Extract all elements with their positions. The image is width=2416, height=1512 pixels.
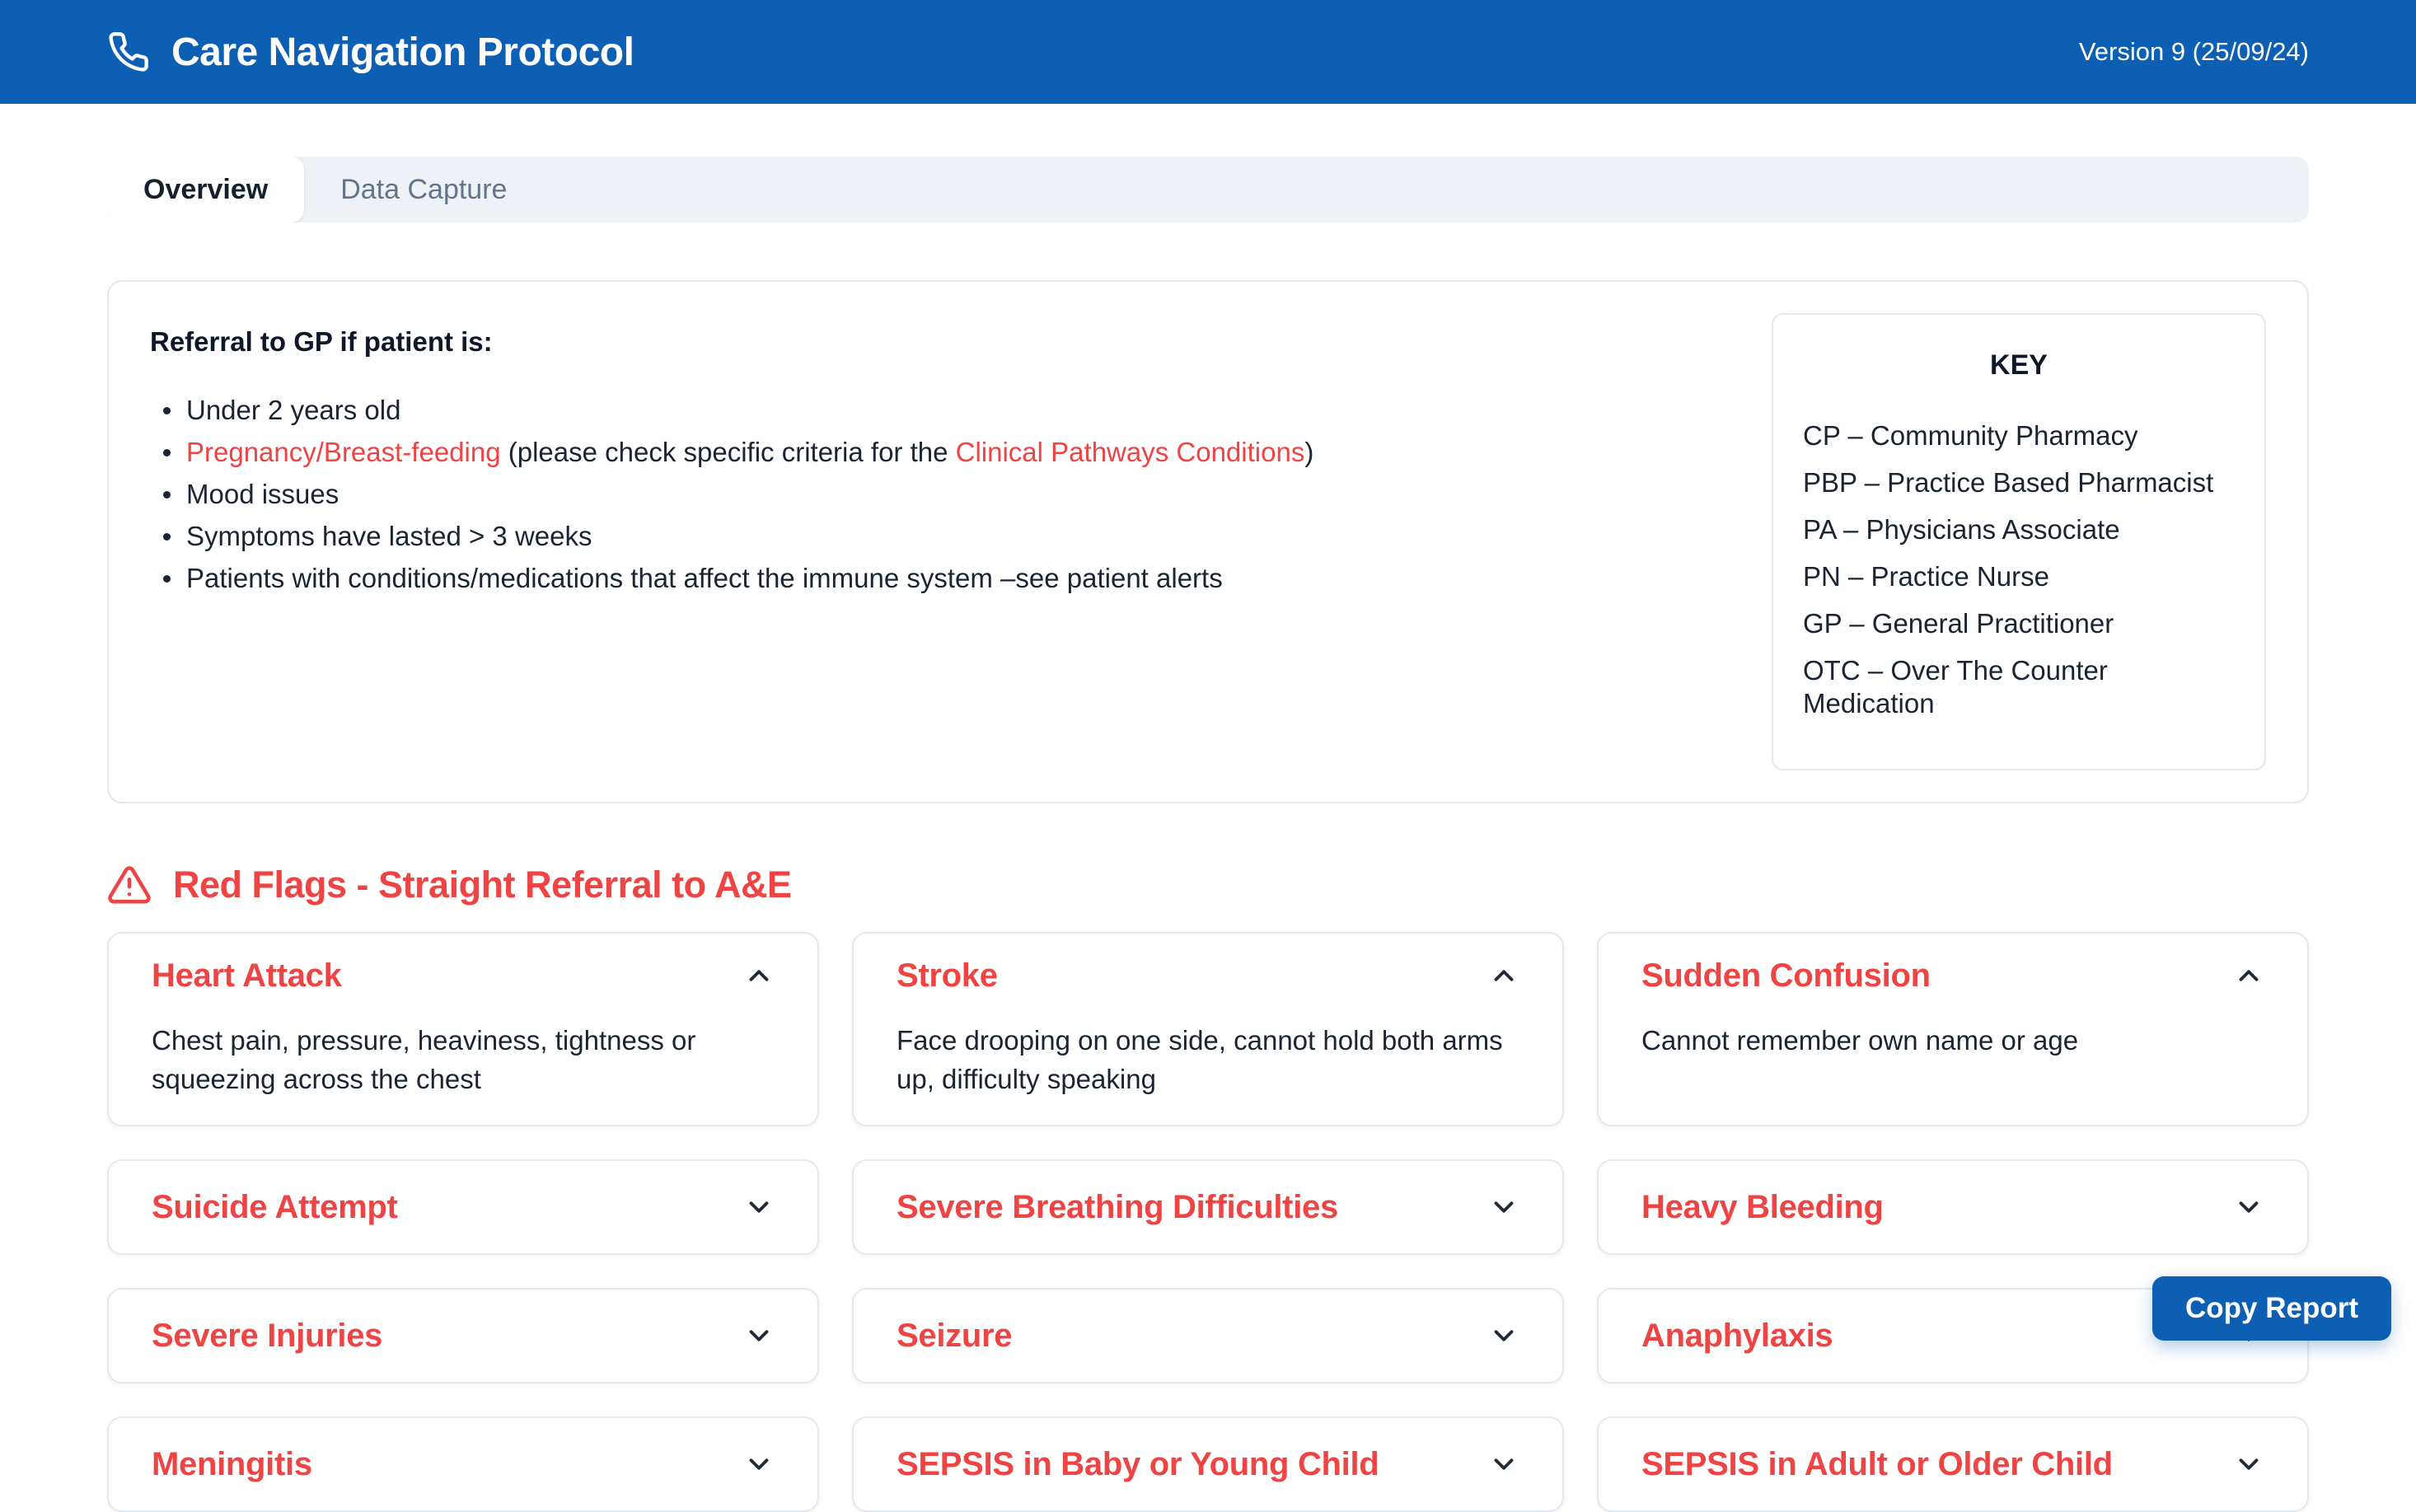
- key-title: KEY: [1803, 349, 2235, 382]
- chevron-up-icon: [2233, 960, 2264, 991]
- key-item: CP – Community Pharmacy: [1803, 419, 2235, 452]
- referral-item-under-2: Under 2 years old: [150, 394, 1722, 427]
- referral-item-pregnancy-suffix: ): [1304, 437, 1313, 467]
- chevron-down-icon: [1488, 1320, 1519, 1351]
- red-flag-card-title: Sudden Confusion: [1641, 957, 1931, 995]
- red-flag-card: Stroke Face drooping on one side, cannot …: [852, 932, 1564, 1126]
- red-flag-card: Suicide Attempt: [107, 1159, 819, 1255]
- red-flag-card-title: Seizure: [897, 1318, 1012, 1355]
- red-flag-card-title: Stroke: [897, 957, 998, 995]
- red-flag-card: Meningitis: [107, 1416, 819, 1512]
- red-flag-card-title: Heavy Bleeding: [1641, 1189, 1884, 1226]
- copy-report-button[interactable]: Copy Report: [2152, 1276, 2391, 1341]
- red-flag-card-header[interactable]: SEPSIS in Baby or Young Child: [897, 1418, 1519, 1510]
- chevron-down-icon: [1488, 1191, 1519, 1223]
- key-item: OTC – Over The Counter Medication: [1803, 654, 2235, 720]
- red-flag-card: Severe Injuries: [107, 1288, 819, 1383]
- red-flag-card-header[interactable]: Suicide Attempt: [152, 1161, 775, 1253]
- referral-item-pregnancy: Pregnancy/Breast-feeding (please check s…: [150, 436, 1722, 469]
- key-list: CP – Community Pharmacy PBP – Practice Ba…: [1803, 419, 2235, 720]
- red-flag-card-body: Chest pain, pressure, heaviness, tightne…: [152, 1021, 775, 1098]
- red-flags-heading: Red Flags - Straight Referral to A&E: [107, 863, 2309, 907]
- chevron-down-icon: [2233, 1191, 2264, 1223]
- referral-heading: Referral to GP if patient is:: [150, 326, 1722, 358]
- red-flag-card-title: Meningitis: [152, 1446, 312, 1483]
- referral-item-mood: Mood issues: [150, 478, 1722, 511]
- referral-criteria: Referral to GP if patient is: Under 2 ye…: [150, 313, 1722, 770]
- page-title: Care Navigation Protocol: [171, 30, 634, 75]
- phone-icon: [107, 30, 150, 73]
- red-flag-card-body: Face drooping on one side, cannot hold b…: [897, 1021, 1519, 1098]
- referral-item-symptoms-duration: Symptoms have lasted > 3 weeks: [150, 520, 1722, 553]
- warning-icon: [107, 863, 152, 907]
- red-flags-grid: Heart Attack Chest pain, pressure, heavin…: [107, 932, 2309, 1512]
- chevron-down-icon: [1488, 1449, 1519, 1480]
- tab-overview[interactable]: Overview: [107, 157, 304, 222]
- red-flag-card-title: SEPSIS in Adult or Older Child: [1641, 1446, 2113, 1483]
- chevron-up-icon: [1488, 960, 1519, 991]
- key-item: PA – Physicians Associate: [1803, 513, 2235, 546]
- chevron-up-icon: [743, 960, 775, 991]
- referral-panel: Referral to GP if patient is: Under 2 ye…: [107, 280, 2309, 803]
- red-flag-card-header[interactable]: Severe Injuries: [152, 1290, 775, 1382]
- chevron-down-icon: [743, 1191, 775, 1223]
- red-flag-card-header[interactable]: Seizure: [897, 1290, 1519, 1382]
- tab-bar: Overview Data Capture: [107, 157, 2309, 222]
- red-flag-card: Seizure: [852, 1288, 1564, 1383]
- key-item: GP – General Practitioner: [1803, 607, 2235, 640]
- version-label: Version 9 (25/09/24): [2079, 37, 2309, 67]
- red-flag-card-header[interactable]: Heart Attack: [152, 934, 775, 1018]
- key-item: PBP – Practice Based Pharmacist: [1803, 466, 2235, 499]
- red-flag-card-title: Heart Attack: [152, 957, 342, 995]
- referral-item-pregnancy-text: (please check specific criteria for the: [501, 437, 956, 467]
- chevron-down-icon: [2233, 1449, 2264, 1480]
- app-header: Care Navigation Protocol Version 9 (25/0…: [0, 0, 2416, 104]
- red-flag-card: Severe Breathing Difficulties: [852, 1159, 1564, 1255]
- red-flag-card-body: Cannot remember own name or age: [1641, 1021, 2264, 1060]
- red-flag-card: Heart Attack Chest pain, pressure, heavin…: [107, 932, 819, 1126]
- pregnancy-link[interactable]: Pregnancy/Breast-feeding: [186, 437, 501, 467]
- red-flag-card: SEPSIS in Adult or Older Child: [1597, 1416, 2309, 1512]
- red-flag-card: SEPSIS in Baby or Young Child: [852, 1416, 1564, 1512]
- red-flag-card-header[interactable]: Stroke: [897, 934, 1519, 1018]
- red-flag-card: Sudden Confusion Cannot remember own name…: [1597, 932, 2309, 1126]
- red-flag-card-title: Anaphylaxis: [1641, 1318, 1833, 1355]
- red-flag-card-header[interactable]: Meningitis: [152, 1418, 775, 1510]
- red-flag-card-header[interactable]: Heavy Bleeding: [1641, 1161, 2264, 1253]
- red-flag-card-header[interactable]: Sudden Confusion: [1641, 934, 2264, 1018]
- key-panel: KEY CP – Community Pharmacy PBP – Practic…: [1772, 313, 2266, 770]
- red-flags-title: Red Flags - Straight Referral to A&E: [173, 864, 791, 906]
- tab-data-capture[interactable]: Data Capture: [304, 157, 543, 222]
- chevron-down-icon: [743, 1320, 775, 1351]
- key-item: PN – Practice Nurse: [1803, 560, 2235, 593]
- chevron-down-icon: [743, 1449, 775, 1480]
- referral-item-immune-system: Patients with conditions/medications tha…: [150, 562, 1722, 595]
- red-flag-card-title: SEPSIS in Baby or Young Child: [897, 1446, 1379, 1483]
- red-flag-card-title: Suicide Attempt: [152, 1189, 398, 1226]
- red-flag-card-title: Severe Breathing Difficulties: [897, 1189, 1338, 1226]
- page: { "header": { "title": "Care Navigation …: [0, 0, 2416, 1366]
- referral-list: Under 2 years old Pregnancy/Breast-feedi…: [150, 394, 1722, 595]
- clinical-pathways-link[interactable]: Clinical Pathways Conditions: [956, 437, 1305, 467]
- red-flag-card-header[interactable]: Severe Breathing Difficulties: [897, 1161, 1519, 1253]
- red-flag-card: Heavy Bleeding: [1597, 1159, 2309, 1255]
- red-flag-card-header[interactable]: SEPSIS in Adult or Older Child: [1641, 1418, 2264, 1510]
- red-flag-card-title: Severe Injuries: [152, 1318, 382, 1355]
- main-content: Overview Data Capture Referral to GP if …: [107, 157, 2309, 1512]
